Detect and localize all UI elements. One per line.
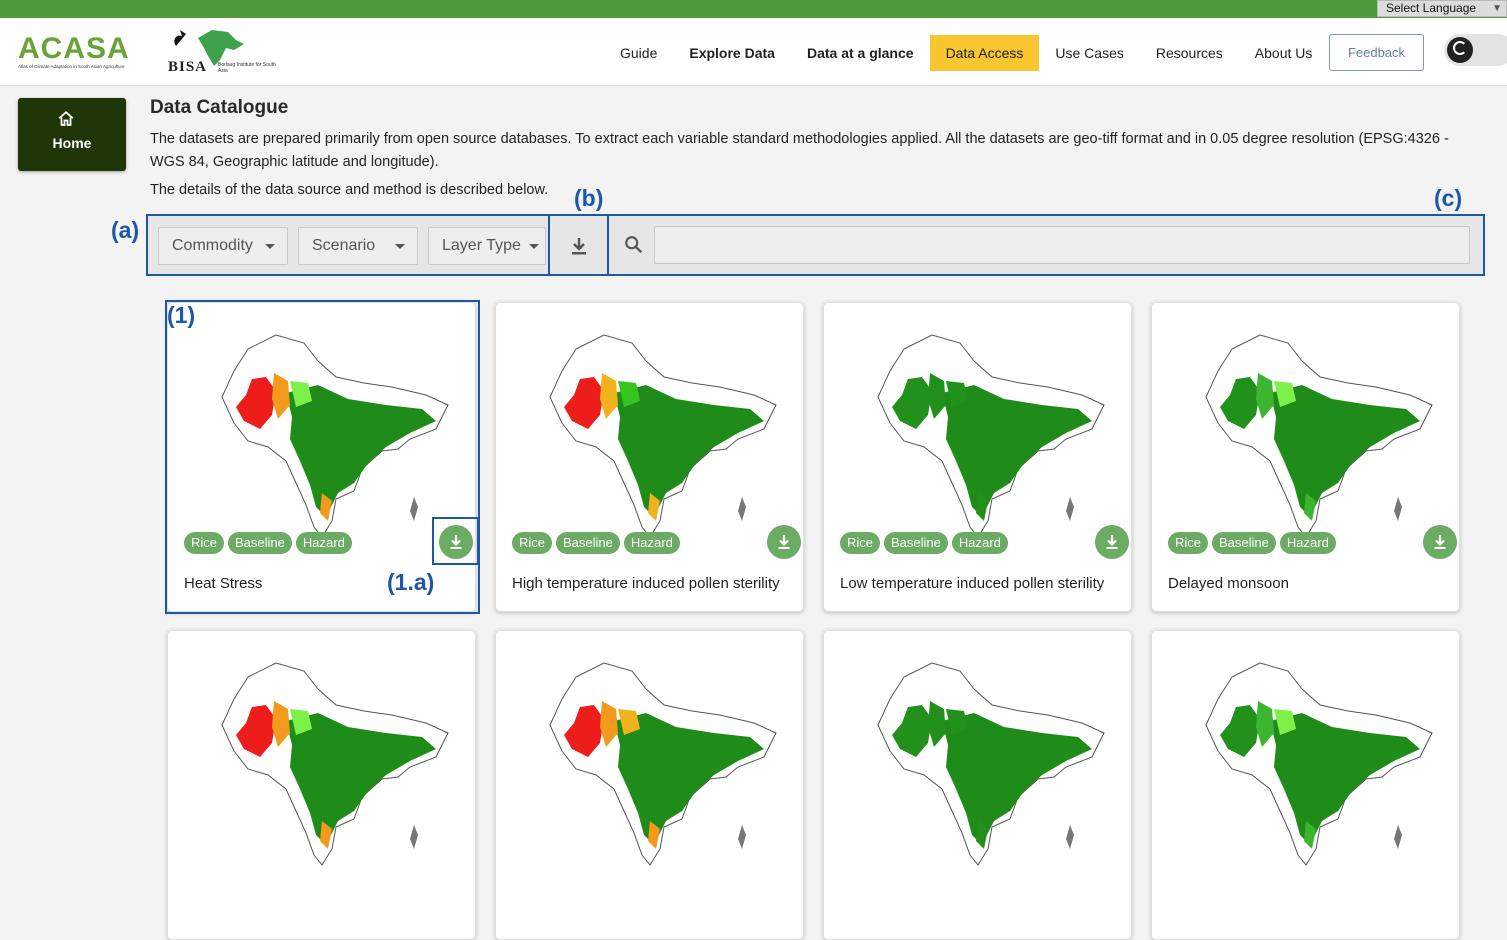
catalogue-description: The datasets are prepared primarily from… (150, 131, 1449, 170)
annotation-box-card-download (432, 517, 479, 565)
dataset-map-thumbnail (1205, 334, 1433, 538)
card-download-button[interactable] (767, 525, 801, 559)
download-icon (1434, 535, 1446, 549)
annotation-label-card: (1) (167, 302, 196, 328)
main-nav: Guide Explore Data Data at a glance Data… (604, 35, 1328, 71)
tag-chip: Rice (1168, 532, 1209, 554)
dataset-card[interactable]: Rice Baseline Hazard Delayed monsoon (1151, 302, 1460, 612)
dataset-card[interactable] (167, 630, 476, 940)
annotation-box-b (548, 214, 609, 276)
nav-use-cases[interactable]: Use Cases (1039, 35, 1139, 71)
tag-chip: Hazard (623, 532, 680, 554)
nav-explore-data[interactable]: Explore Data (673, 35, 791, 71)
dataset-card[interactable] (495, 630, 804, 940)
site-header: ACASA Atlas of Climate Adaptation in Sou… (0, 18, 1507, 86)
annotation-box-c (607, 214, 1485, 276)
card-title: High temperature induced pollen sterilit… (512, 575, 780, 592)
dataset-map-thumbnail (549, 662, 777, 866)
annotation-label-b: (b) (574, 185, 604, 211)
moon-icon (1453, 41, 1467, 55)
catalogue-details: The details of the data source and metho… (150, 182, 549, 198)
language-selector[interactable]: Select Language ▼ (1377, 0, 1507, 17)
card-title: Low temperature induced pollen sterility (840, 575, 1105, 592)
annotation-label-c: (c) (1434, 185, 1463, 211)
annotation-box-a (146, 214, 550, 276)
annotation-label-a: (a) (111, 217, 140, 243)
dataset-card[interactable] (1151, 630, 1460, 940)
dataset-map-thumbnail (221, 662, 449, 866)
acasa-logo-subtitle: Atlas of Climate Adaptation in South Asi… (18, 64, 125, 69)
annotation-label-card-download: (1.a) (387, 569, 435, 595)
card-title: Delayed monsoon (1168, 575, 1289, 592)
tag-list: Rice Baseline Hazard (512, 532, 680, 554)
card-download-button[interactable] (1095, 525, 1129, 559)
bisa-logo[interactable]: BISA Borlaug Institute for South Asia (168, 26, 278, 81)
tag-chip: Hazard (1279, 532, 1336, 554)
dataset-card[interactable]: Rice Baseline Hazard Low temperature induce… (823, 302, 1132, 612)
download-icon (778, 535, 790, 549)
annotation-box-card (165, 300, 480, 614)
nav-data-access[interactable]: Data Access (929, 35, 1040, 71)
language-label: Select Language (1386, 1, 1477, 15)
acasa-logo-word: ACASA (18, 32, 130, 65)
tag-chip: Hazard (951, 532, 1008, 554)
tag-chip: Rice (840, 532, 881, 554)
theme-toggle[interactable] (1444, 34, 1507, 66)
bisa-logo-word: BISA (168, 59, 208, 75)
page-title: Data Catalogue (150, 97, 289, 118)
tag-chip: Baseline (556, 532, 620, 554)
home-button[interactable]: Home (18, 98, 126, 171)
dataset-map-thumbnail (1205, 662, 1433, 866)
feedback-button[interactable]: Feedback (1329, 34, 1424, 71)
tag-list: Rice Baseline Hazard (1168, 532, 1336, 554)
chevron-down-icon: ▼ (1492, 3, 1502, 14)
tag-chip: Rice (512, 532, 553, 554)
nav-about-us[interactable]: About Us (1239, 35, 1329, 71)
nav-data-at-a-glance[interactable]: Data at a glance (791, 35, 930, 71)
home-icon (58, 111, 74, 126)
dataset-map-thumbnail (549, 334, 777, 538)
dataset-map-thumbnail (877, 334, 1105, 538)
dataset-card[interactable] (823, 630, 1132, 940)
dataset-map-thumbnail (877, 662, 1105, 866)
home-label: Home (52, 135, 92, 151)
bisa-logo-subtitle: Borlaug Institute for South Asia (218, 62, 276, 74)
card-download-button[interactable] (1423, 525, 1457, 559)
acasa-logo[interactable]: ACASA Atlas of Climate Adaptation in Sou… (18, 34, 138, 76)
tag-chip: Baseline (884, 532, 948, 554)
nav-guide[interactable]: Guide (604, 35, 673, 71)
top-banner (0, 0, 1507, 18)
nav-resources[interactable]: Resources (1140, 35, 1239, 71)
download-icon (1106, 535, 1118, 549)
dataset-card[interactable]: Rice Baseline Hazard High temperature induc… (495, 302, 804, 612)
tag-list: Rice Baseline Hazard (840, 532, 1008, 554)
tag-chip: Baseline (1212, 532, 1276, 554)
